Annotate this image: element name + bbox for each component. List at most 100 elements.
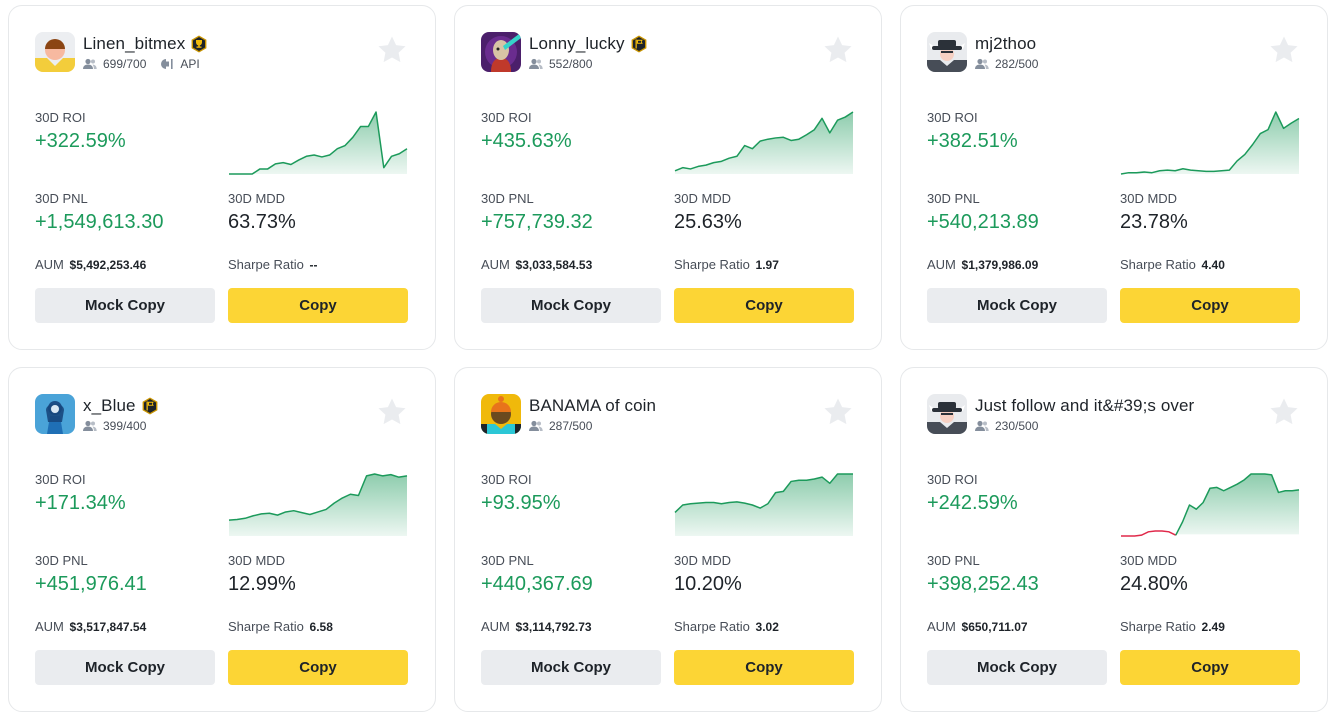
trader-card-3: x_Blue 399/400 30D ROI +171.34% 30D PNL … xyxy=(8,367,436,712)
sparkline-svg xyxy=(1121,473,1300,537)
name-row: Linen_bitmex xyxy=(83,32,208,56)
trader-card-0: Linen_bitmex 699/700 API 30D ROI +322.59… xyxy=(8,5,436,350)
trader-info: Just follow and it&#39;s over 230/500 xyxy=(975,394,1194,434)
favorite-star-icon[interactable] xyxy=(376,34,408,66)
avatar-yellow-brown-hair[interactable] xyxy=(35,32,75,72)
aum-label: AUM xyxy=(481,257,510,272)
pnl-label: 30D PNL xyxy=(481,553,534,568)
roi-label: 30D ROI xyxy=(481,472,532,487)
copy-button[interactable]: Copy xyxy=(1120,650,1300,685)
trader-name[interactable]: BANAMA of coin xyxy=(529,396,656,416)
trader-meta: 230/500 xyxy=(975,418,1194,434)
aum: AUM $1,379,986.09 xyxy=(927,257,1038,272)
aum-value: $3,114,792.73 xyxy=(515,620,592,634)
trader-info: BANAMA of coin 287/500 xyxy=(529,394,656,434)
roi-sparkline xyxy=(1121,472,1300,538)
trader-header: Lonny_lucky 552/800 xyxy=(481,32,648,72)
roi-sparkline xyxy=(229,110,408,176)
pnl-value: +1,549,613.30 xyxy=(35,211,164,233)
avatar-blue-girl[interactable] xyxy=(35,394,75,434)
mdd-value: 24.80% xyxy=(1120,573,1188,595)
aum-value: $1,379,986.09 xyxy=(961,258,1039,272)
trader-name[interactable]: x_Blue xyxy=(83,396,136,416)
aum: AUM $3,517,847.54 xyxy=(35,619,146,634)
followers-icon xyxy=(975,58,989,70)
copy-button[interactable]: Copy xyxy=(228,288,408,323)
sharpe-value: 4.40 xyxy=(1201,258,1225,272)
aum-label: AUM xyxy=(927,257,956,272)
trader-meta: 399/400 xyxy=(83,418,159,434)
aum-label: AUM xyxy=(35,619,64,634)
followers-icon xyxy=(529,420,543,432)
roi-sparkline xyxy=(674,110,854,176)
sharpe-label: Sharpe Ratio xyxy=(228,257,304,272)
name-row: x_Blue xyxy=(83,394,159,418)
pnl-value: +757,739.32 xyxy=(481,211,593,233)
trader-header: mj2thoo 282/500 xyxy=(927,32,1038,72)
mock-copy-button[interactable]: Mock Copy xyxy=(481,650,661,685)
mdd-label: 30D MDD xyxy=(228,191,286,206)
aum: AUM $650,711.07 xyxy=(927,619,1028,634)
aum-value: $5,492,253.46 xyxy=(69,258,147,272)
trader-header: BANAMA of coin 287/500 xyxy=(481,394,656,434)
followers-count: 287/500 xyxy=(549,419,593,433)
aum-value: $3,517,847.54 xyxy=(69,620,147,634)
name-row: Lonny_lucky xyxy=(529,32,648,56)
pnl-value: +440,367.69 xyxy=(481,573,593,595)
mdd-label: 30D MDD xyxy=(674,191,732,206)
trader-name[interactable]: Linen_bitmex xyxy=(83,34,185,54)
copy-button[interactable]: Copy xyxy=(674,288,854,323)
aum-label: AUM xyxy=(481,619,510,634)
avatar-bull-hat[interactable] xyxy=(927,394,967,434)
avatar-bull-hat[interactable] xyxy=(927,32,967,72)
roi-value: +171.34% xyxy=(35,492,126,514)
pnl-value: +451,976.41 xyxy=(35,573,147,595)
sharpe-value: 2.49 xyxy=(1201,620,1225,634)
mdd-value: 25.63% xyxy=(674,211,742,233)
mock-copy-button[interactable]: Mock Copy xyxy=(35,288,215,323)
roi-label: 30D ROI xyxy=(35,472,86,487)
roi-value: +382.51% xyxy=(927,130,1018,152)
sparkline-svg xyxy=(674,473,853,536)
trader-name[interactable]: mj2thoo xyxy=(975,34,1036,54)
flag-badge-icon xyxy=(630,35,648,53)
roi-value: +435.63% xyxy=(481,130,572,152)
favorite-star-icon[interactable] xyxy=(1268,34,1300,66)
followers-icon xyxy=(83,58,97,70)
trader-meta: 699/700 API xyxy=(83,56,208,72)
roi-sparkline xyxy=(674,472,853,538)
sparkline-negative-line xyxy=(1121,530,1177,537)
trader-name[interactable]: Just follow and it&#39;s over xyxy=(975,396,1194,416)
sharpe-ratio: Sharpe Ratio 3.02 xyxy=(674,619,779,634)
mock-copy-button[interactable]: Mock Copy xyxy=(35,650,215,685)
roi-label: 30D ROI xyxy=(927,110,978,125)
trader-name[interactable]: Lonny_lucky xyxy=(529,34,625,54)
copy-button[interactable]: Copy xyxy=(674,650,854,685)
pnl-label: 30D PNL xyxy=(481,191,534,206)
trophy-badge-icon xyxy=(190,35,208,53)
mock-copy-button[interactable]: Mock Copy xyxy=(927,650,1107,685)
trader-card-1: Lonny_lucky 552/800 30D ROI +435.63% 30D… xyxy=(454,5,882,350)
name-row: Just follow and it&#39;s over xyxy=(975,394,1194,418)
api-label: API xyxy=(180,57,200,71)
favorite-star-icon[interactable] xyxy=(1268,396,1300,428)
favorite-star-icon[interactable] xyxy=(822,34,854,66)
mdd-value: 63.73% xyxy=(228,211,296,233)
favorite-star-icon[interactable] xyxy=(376,396,408,428)
aum: AUM $3,114,792.73 xyxy=(481,619,592,634)
sharpe-ratio: Sharpe Ratio 2.49 xyxy=(1120,619,1225,634)
trader-card-4: BANAMA of coin 287/500 30D ROI +93.95% 3… xyxy=(454,367,882,712)
sharpe-value: 3.02 xyxy=(755,620,779,634)
copy-button[interactable]: Copy xyxy=(1120,288,1300,323)
trader-meta: 287/500 xyxy=(529,418,656,434)
copy-button[interactable]: Copy xyxy=(228,650,408,685)
mock-copy-button[interactable]: Mock Copy xyxy=(927,288,1107,323)
avatar-nft-ape[interactable] xyxy=(481,32,521,72)
roi-value: +322.59% xyxy=(35,130,126,152)
avatar-orange-hat[interactable] xyxy=(481,394,521,434)
roi-sparkline xyxy=(1120,110,1300,176)
mock-copy-button[interactable]: Mock Copy xyxy=(481,288,661,323)
favorite-star-icon[interactable] xyxy=(822,396,854,428)
sparkline-svg xyxy=(1120,111,1300,175)
aum-value: $3,033,584.53 xyxy=(515,258,593,272)
